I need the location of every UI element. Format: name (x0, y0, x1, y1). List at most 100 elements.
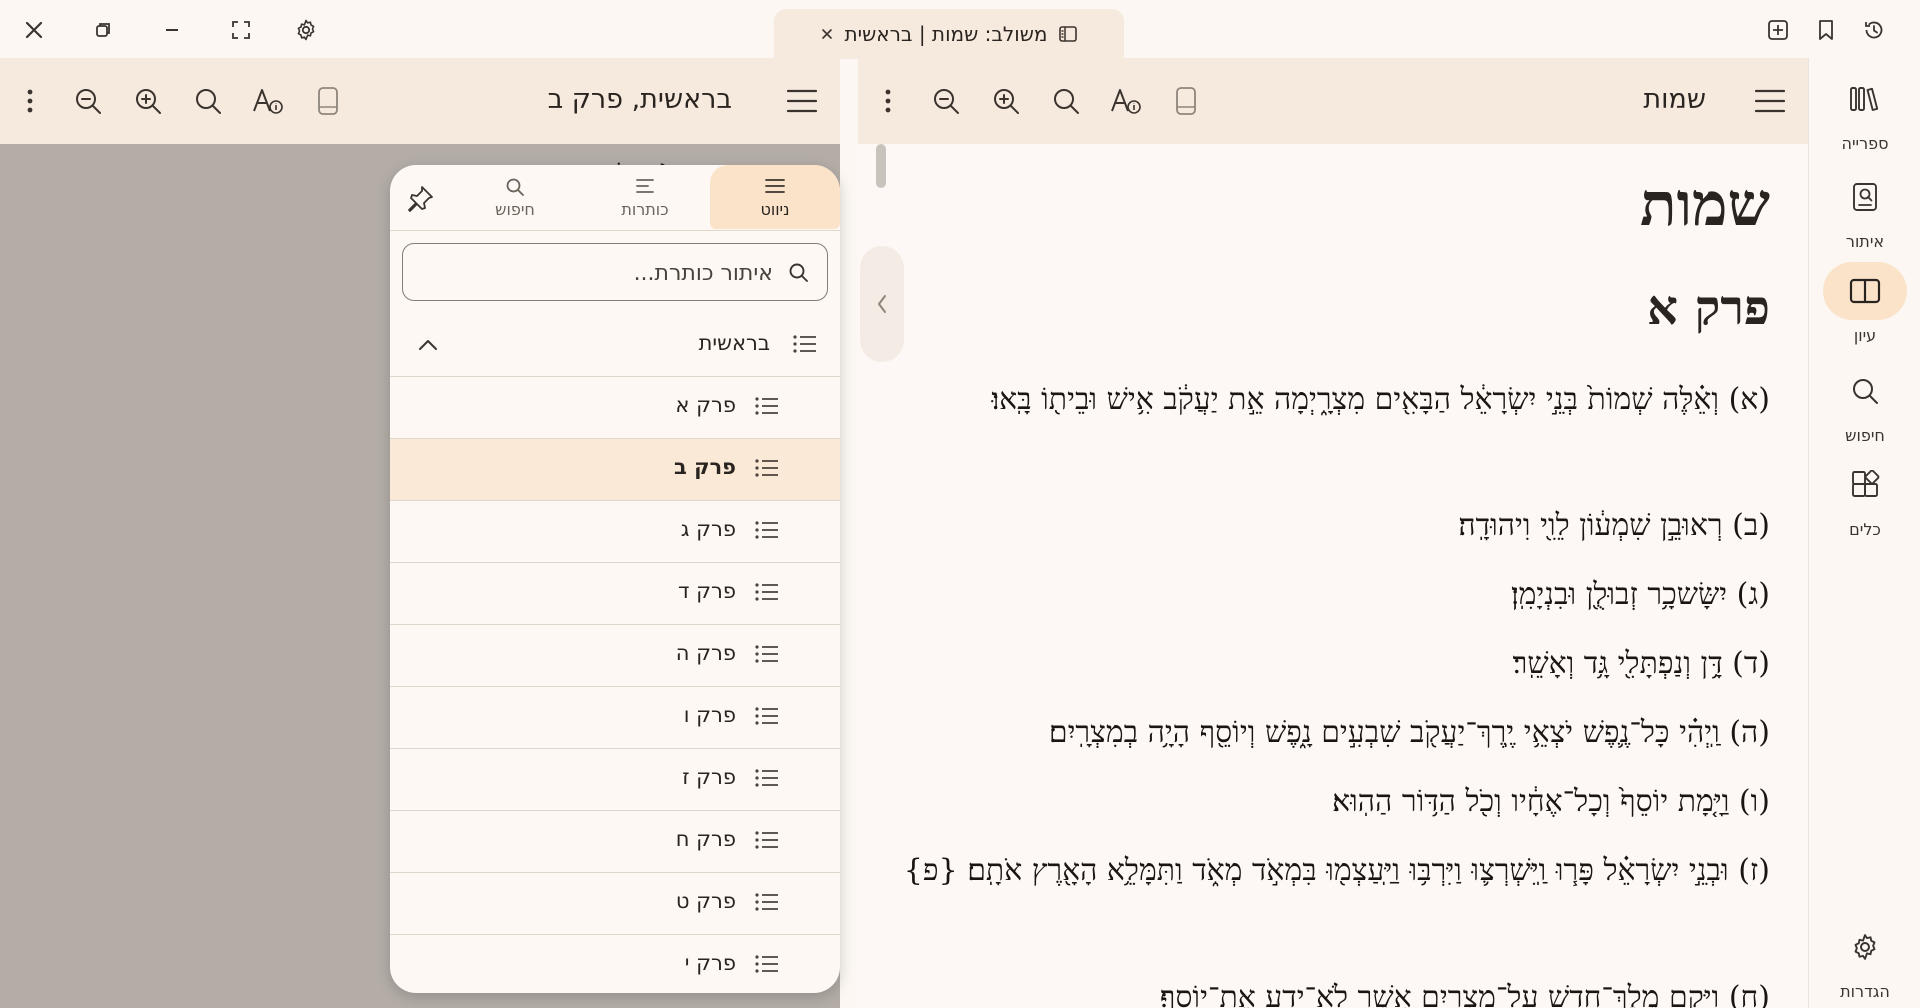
tab-label: ניווט (760, 199, 790, 219)
sidebar-item-reading[interactable]: עיון (1809, 262, 1920, 345)
book-tree-item[interactable]: בראשית (390, 315, 840, 377)
chapter-item[interactable]: פרק א (390, 377, 840, 439)
reading-mode-button[interactable] (1166, 81, 1206, 121)
more-options-button[interactable] (10, 81, 50, 121)
sidebar-item-settings[interactable]: הגדרות (1809, 918, 1920, 1001)
search-in-text-button[interactable] (1046, 81, 1086, 121)
new-tab-button[interactable] (1760, 12, 1796, 48)
search-icon (789, 263, 808, 282)
zoom-in-button[interactable] (128, 81, 168, 121)
library-icon (1823, 70, 1907, 128)
active-tab[interactable]: משולב: שמות | בראשית (774, 9, 1124, 59)
chapter-item[interactable]: פרק ח (390, 811, 840, 873)
chevron-up-icon[interactable] (416, 335, 440, 355)
reading-mode-button[interactable] (308, 81, 348, 121)
chapter-label: פרק ד (677, 579, 736, 603)
sidebar-item-search[interactable]: חיפוש (1809, 362, 1920, 445)
chapter-item[interactable]: פרק ה (390, 625, 840, 687)
more-vertical-icon (885, 89, 891, 113)
right-pane-menu-button[interactable] (1750, 81, 1790, 121)
close-window-button[interactable] (16, 12, 52, 48)
list-icon (765, 178, 785, 193)
tab-close-icon[interactable] (820, 27, 834, 41)
verse: (ח) וַיָּ֥קָם מֶֽלֶךְ־חָדָ֖שׁ עַל־מִצְרָ… (1159, 980, 1770, 1008)
tab-headings[interactable]: כותרות (580, 165, 710, 229)
list-bullets-icon (755, 893, 778, 911)
restore-icon (96, 23, 110, 37)
sidebar-item-locate[interactable]: איתור (1809, 168, 1920, 251)
search-icon (506, 178, 524, 196)
zoom-in-button[interactable] (986, 81, 1026, 121)
book-open-icon (1823, 262, 1907, 320)
sidebar-toggle-icon (1058, 24, 1078, 44)
text-format-button[interactable] (1106, 81, 1146, 121)
tab-title: משולב: שמות | בראשית (844, 22, 1048, 46)
tablet-icon (1176, 87, 1196, 115)
verse: (ה) וַֽיְהִ֗י כָּל־נֶ֛פֶשׁ יֹצְאֵ֥י יֶֽר… (1048, 715, 1770, 750)
restore-window-button[interactable] (85, 12, 121, 48)
heading-search-input[interactable] (433, 254, 773, 292)
left-pane-menu-button[interactable] (782, 81, 822, 121)
gear-icon (1823, 918, 1907, 976)
verse: (ד) דָּ֥ן וְנַפְתָּלִ֖י גָּ֥ד וְאָשֵֽׁר׃ (1512, 646, 1770, 681)
list-bullets-icon (755, 831, 778, 849)
chapter-label: פרק ט (675, 889, 736, 913)
chapter-label: פרק י (684, 951, 736, 975)
chapter-item-selected[interactable]: פרק ב (390, 439, 840, 501)
zoom-out-button[interactable] (926, 81, 966, 121)
zoom-out-icon (934, 89, 959, 114)
list-bullets-icon (755, 707, 778, 725)
collapse-panel-handle[interactable] (860, 246, 904, 362)
right-pane-title: שמות (1643, 84, 1706, 115)
sidebar-item-library[interactable]: ספרייה (1809, 70, 1920, 153)
chapter-item[interactable]: פרק ט (390, 873, 840, 935)
bookmark-icon (1819, 20, 1833, 40)
tab-search[interactable]: חיפוש (450, 165, 580, 229)
chapter-label: פרק א (675, 393, 736, 417)
tab-navigation[interactable]: ניווט (710, 165, 840, 229)
chapter-item[interactable]: פרק ג (390, 501, 840, 563)
chapter-label: פרק ח (675, 827, 736, 851)
left-pane-header: בראשית, פרק ב (0, 58, 840, 144)
list-bullets-icon (755, 769, 778, 787)
sidebar-label: ספרייה (1841, 134, 1889, 153)
font-info-icon (1111, 89, 1141, 114)
chapter-label: פרק ו (683, 703, 736, 727)
search-in-text-button[interactable] (188, 81, 228, 121)
right-pane-scrollbar[interactable] (876, 144, 886, 188)
fullscreen-icon (232, 21, 250, 39)
zoom-out-button[interactable] (68, 81, 108, 121)
zoom-out-icon (76, 89, 101, 114)
bookmarks-button[interactable] (1808, 12, 1844, 48)
chapter-label: פרק ג (680, 517, 736, 541)
chapter-item[interactable]: פרק ד (390, 563, 840, 625)
window-settings-button[interactable] (288, 12, 324, 48)
heading-search-field[interactable] (402, 243, 828, 301)
hamburger-icon (1754, 89, 1786, 113)
list-bullets-icon (755, 583, 778, 601)
chapter-item[interactable]: פרק י (390, 935, 840, 993)
list-bullets-icon (755, 459, 778, 477)
verse: (ב) רְאוּבֵ֣ן שִׁמְע֔וֹן לֵוִ֖י וִיהוּדָ… (1458, 508, 1770, 543)
more-options-button[interactable] (868, 81, 908, 121)
text-format-button[interactable] (248, 81, 288, 121)
verse: (ו) וַיָּ֤מָת יוֹסֵף֙ וְכָל־אֶחָ֔יו וְכֹ… (1332, 784, 1770, 819)
zoom-in-icon (994, 89, 1019, 114)
list-bullets-icon (755, 955, 778, 973)
fullscreen-button[interactable] (223, 12, 259, 48)
locate-icon (1823, 168, 1907, 226)
chapter-label: פרק ז (682, 765, 736, 789)
sidebar-item-tools[interactable]: כלים (1809, 456, 1920, 539)
chapter-item[interactable]: פרק ז (390, 749, 840, 811)
verse: (ג) יִשָּׂשכָ֥ר זְבוּלֻ֖ן וּבִנְיָמִֽן׃ (1510, 577, 1770, 612)
add-tab-icon (1768, 20, 1788, 40)
chapter-label: פרק ב (673, 455, 736, 479)
sidebar-label: עיון (1853, 326, 1877, 345)
pin-panel-button[interactable] (400, 179, 440, 219)
history-button[interactable] (1856, 12, 1892, 48)
hamburger-icon (786, 89, 818, 113)
sidebar-label: כלים (1849, 520, 1881, 539)
chapter-item[interactable]: פרק ו (390, 687, 840, 749)
chevron-left-icon (878, 295, 886, 313)
minimize-window-button[interactable] (154, 12, 190, 48)
